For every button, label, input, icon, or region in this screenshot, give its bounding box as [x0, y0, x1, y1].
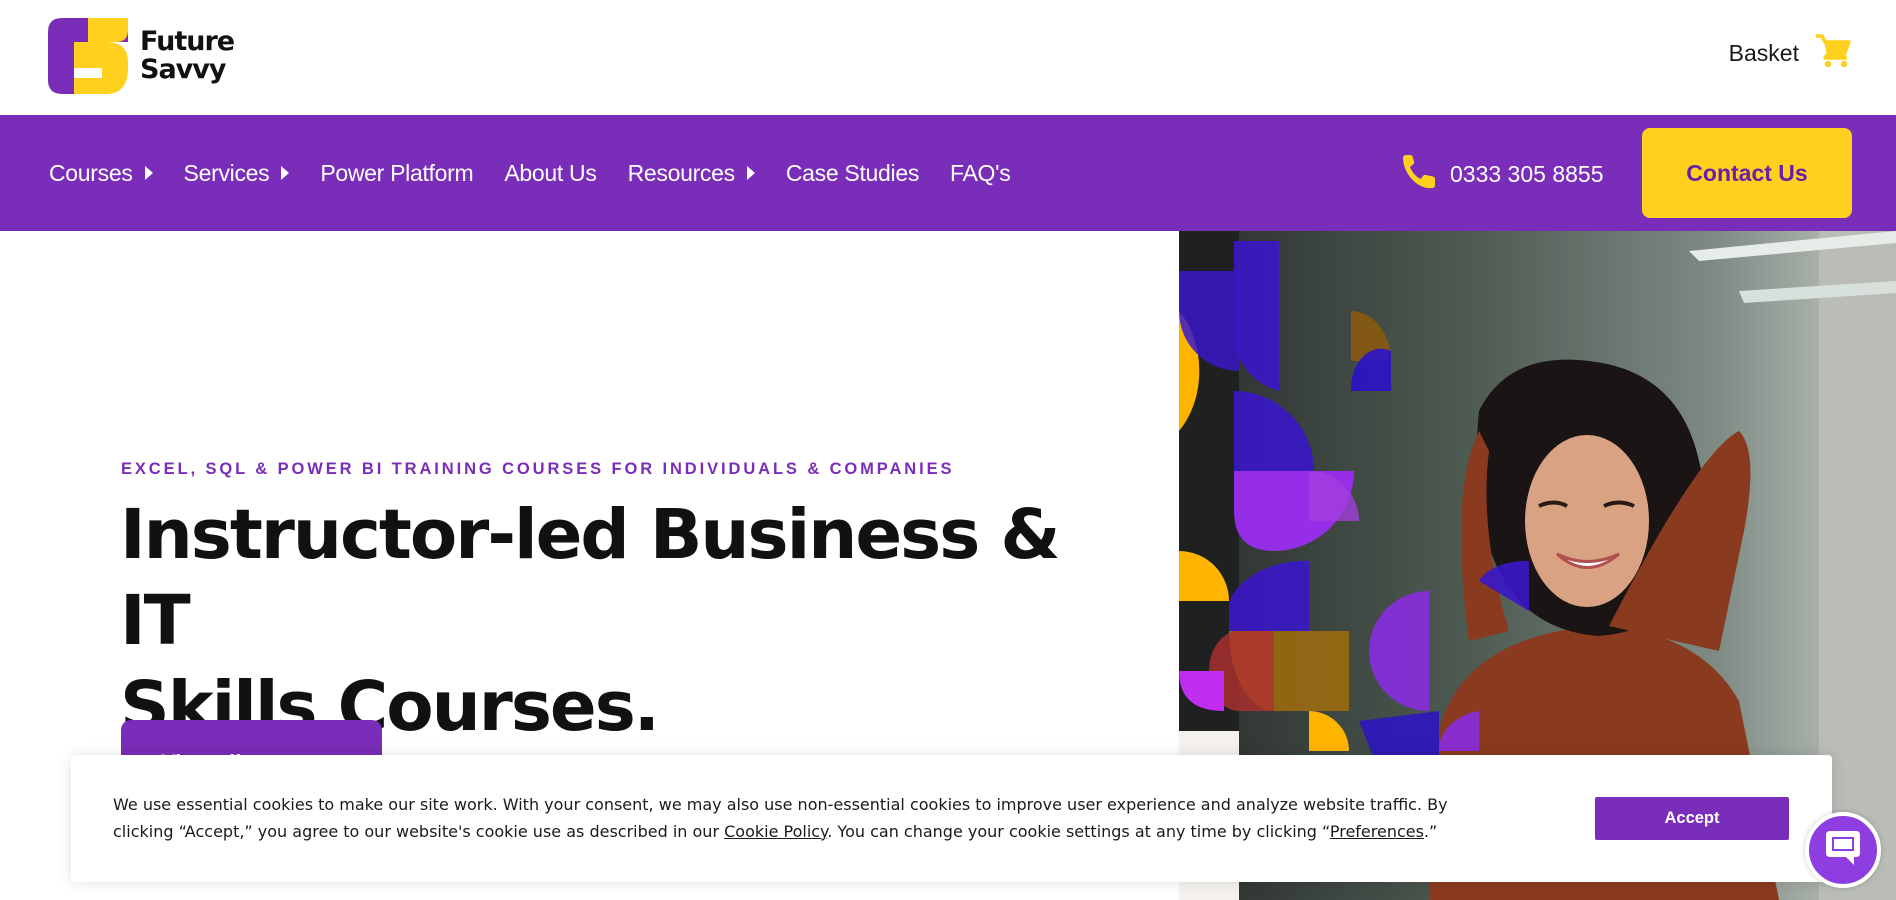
nav-item-resources[interactable]: Resources — [628, 160, 755, 187]
nav-item-faqs[interactable]: FAQ's — [950, 159, 1011, 187]
nav-item-services[interactable]: Services — [184, 160, 290, 187]
caret-right-icon — [144, 166, 153, 180]
hero-headline: Instructor-led Business & IT Skills Cour… — [120, 492, 1120, 750]
top-header: Future Savvy Basket — [0, 0, 1896, 115]
caret-right-icon — [746, 166, 755, 180]
nav-item-label: Power Platform — [320, 159, 474, 186]
nav-items: Courses Services Power Platform About Us… — [49, 115, 1011, 231]
contact-us-button[interactable]: Contact Us — [1642, 128, 1852, 218]
main-nav: Courses Services Power Platform About Us… — [0, 115, 1896, 231]
nav-item-label: About Us — [504, 159, 597, 186]
basket-label: Basket — [1728, 40, 1799, 66]
cookie-text: We use essential cookies to make our sit… — [113, 792, 1513, 845]
nav-item-label: Courses — [49, 159, 133, 186]
nav-item-power-platform[interactable]: Power Platform — [320, 160, 473, 187]
cookie-text-part3: .” — [1423, 821, 1438, 841]
chat-bubble-icon — [1822, 827, 1864, 874]
nav-item-courses[interactable]: Courses — [49, 160, 153, 187]
nav-item-about-us[interactable]: About Us — [504, 159, 597, 187]
phone-number: 0333 305 8855 — [1450, 160, 1604, 187]
hero-headline-line1: Instructor-led Business & IT — [120, 495, 1061, 661]
phone-icon — [1402, 153, 1436, 195]
nav-item-label: FAQ's — [950, 159, 1011, 186]
nav-item-label: Case Studies — [785, 159, 920, 186]
cookie-policy-link[interactable]: Cookie Policy — [724, 822, 827, 841]
logo-text: Future Savvy — [140, 26, 235, 85]
cookie-text-part2: . You can change your cookie settings at… — [827, 821, 1330, 841]
future-savvy-logo-icon — [48, 18, 128, 94]
preferences-link[interactable]: Preferences — [1330, 822, 1424, 841]
cookie-banner: We use essential cookies to make our sit… — [71, 755, 1832, 882]
nav-item-case-studies[interactable]: Case Studies — [785, 159, 920, 187]
basket-link[interactable]: Basket — [1729, 34, 1851, 73]
logo-text-line2: Savvy — [140, 54, 226, 85]
caret-right-icon — [281, 166, 290, 180]
logo-text-line1: Future — [140, 26, 235, 57]
logo[interactable]: Future Savvy — [48, 18, 235, 94]
hero-eyebrow: EXCEL, SQL & POWER BI TRAINING COURSES F… — [121, 460, 955, 478]
chat-button[interactable] — [1805, 812, 1881, 888]
accept-cookies-button[interactable]: Accept — [1595, 797, 1789, 840]
shopping-cart-icon — [1815, 34, 1851, 73]
nav-item-label: Services — [183, 159, 270, 186]
phone-link[interactable]: 0333 305 8855 — [1402, 153, 1604, 195]
nav-item-label: Resources — [627, 159, 736, 186]
